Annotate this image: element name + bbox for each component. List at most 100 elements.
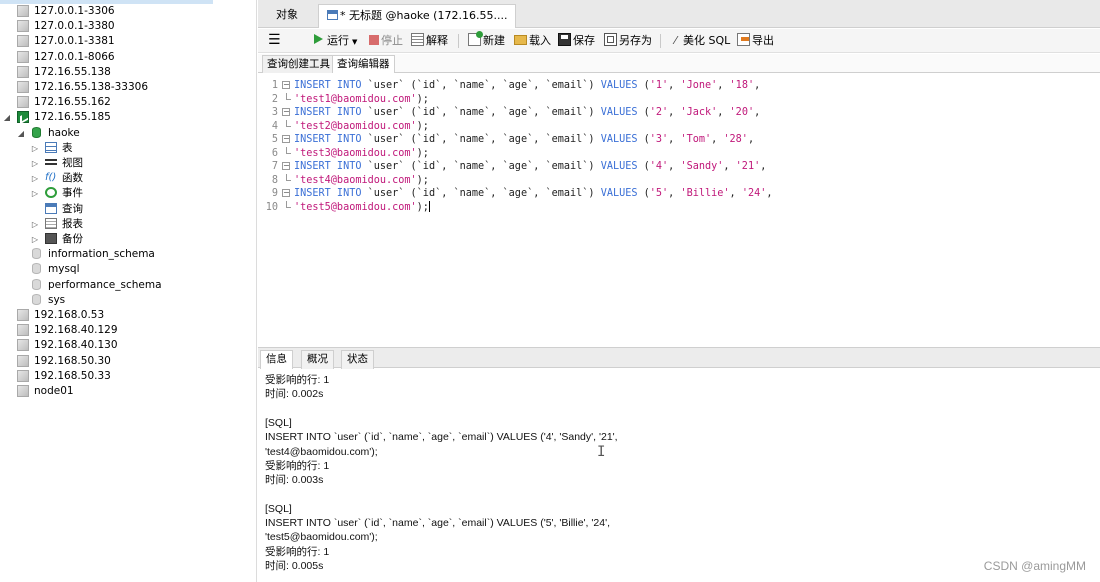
code-text: 'test4@baomidou.com'); xyxy=(294,174,429,187)
tree-item-label: node01 xyxy=(34,385,74,397)
code-text: 'test2@baomidou.com'); xyxy=(294,120,429,133)
line-number: 6 xyxy=(271,147,278,159)
tree-item[interactable]: ▷ 表 xyxy=(0,141,256,156)
fold-end-marker xyxy=(286,173,291,181)
run-button[interactable]: 运行 ▼ xyxy=(314,33,357,49)
sql-string: 'test4@baomidou.com' xyxy=(294,174,417,186)
line-number: 4 xyxy=(271,120,278,132)
tree-item[interactable]: 查询 xyxy=(0,202,256,217)
export-label: 导出 xyxy=(752,34,774,47)
collapsed-arrow-icon[interactable]: ▷ xyxy=(30,186,40,201)
explain-button[interactable]: 解释 xyxy=(411,33,448,49)
stop-button[interactable]: 停止 xyxy=(369,33,403,49)
sql-string: '5' xyxy=(649,188,669,199)
save-button[interactable]: 保存 xyxy=(558,33,595,49)
collapsed-arrow-icon[interactable]: ▷ xyxy=(30,232,40,247)
run-dropdown-icon[interactable]: ▼ xyxy=(352,38,357,46)
tree-item[interactable]: 127.0.0.1-3380 xyxy=(0,19,256,34)
sql-text: , xyxy=(668,161,681,172)
sql-text: , xyxy=(747,134,755,145)
connection-icon xyxy=(17,385,29,397)
sql-string: '4' xyxy=(649,161,669,172)
tree-item[interactable]: 127.0.0.1-3381 xyxy=(0,34,256,49)
connection-icon xyxy=(17,354,29,367)
output-line: 时间: 0.005s xyxy=(265,559,324,572)
connection-icon xyxy=(17,65,29,78)
tree-item[interactable]: 172.16.55.138-33306 xyxy=(0,80,256,95)
connection-icon xyxy=(17,50,29,63)
tree-item[interactable]: ▷ 视图 xyxy=(0,156,256,171)
tree-item[interactable]: information_schema xyxy=(0,247,256,262)
tree-item[interactable]: ◢ 172.16.55.185 xyxy=(0,110,256,125)
tree-item[interactable]: 172.16.55.162 xyxy=(0,95,256,110)
sql-text: , xyxy=(717,107,730,118)
fold-collapse-icon[interactable]: − xyxy=(282,162,290,170)
report-icon xyxy=(45,217,57,230)
code-line: 3− INSERT INTO `user` (`id`, `name`, `age… xyxy=(258,106,1100,119)
fold-collapse-icon[interactable]: − xyxy=(282,108,290,116)
sql-editor[interactable]: 1− INSERT INTO `user` (`id`, `name`, `age… xyxy=(258,74,1100,346)
collapsed-arrow-icon[interactable]: ▷ xyxy=(30,141,40,156)
sql-text: , xyxy=(668,107,681,118)
output-line: INSERT INTO `user` (`id`, `name`, `age`,… xyxy=(265,517,610,529)
tree-item[interactable]: sys xyxy=(0,293,256,308)
tree-item[interactable]: performance_schema xyxy=(0,278,256,293)
tree-item[interactable]: ▷ 事件 xyxy=(0,186,256,201)
new-query-button[interactable]: 新建 xyxy=(468,31,505,49)
fold-collapse-icon[interactable]: − xyxy=(282,189,290,197)
tree-item-label: 报表 xyxy=(62,217,83,230)
connection-icon xyxy=(17,369,29,382)
tab-profile[interactable]: 概况 xyxy=(301,350,334,369)
save-as-button[interactable]: 另存为 xyxy=(604,33,652,49)
database-icon xyxy=(31,126,43,139)
tree-item[interactable]: 192.168.40.130 xyxy=(0,338,256,353)
load-button[interactable]: 载入 xyxy=(514,33,551,49)
tree-item[interactable]: ▷ f() 函数 xyxy=(0,171,256,186)
tree-item-label: sys xyxy=(48,293,66,306)
tree-item[interactable]: 127.0.0.1-3306 xyxy=(0,4,256,19)
tab-query-editor[interactable]: 查询编辑器 xyxy=(332,55,395,73)
code-line: 9− INSERT INTO `user` (`id`, `name`, `age… xyxy=(258,187,1100,200)
tree-item[interactable]: 192.168.50.33 xyxy=(0,369,256,384)
tab-objects[interactable]: 对象 xyxy=(268,4,306,28)
collapsed-arrow-icon[interactable]: ▷ xyxy=(30,217,40,232)
export-button[interactable]: 导出 xyxy=(737,33,774,49)
output-line: 受影响的行: 1 xyxy=(265,374,330,386)
sql-string: 'Jone' xyxy=(680,80,718,91)
query-icon xyxy=(45,202,57,215)
tree-item[interactable]: 192.168.0.53 xyxy=(0,308,256,323)
load-label: 载入 xyxy=(529,34,551,47)
sql-text: ); xyxy=(416,93,429,105)
collapsed-arrow-icon[interactable]: ▷ xyxy=(30,156,40,171)
hamburger-menu-icon[interactable]: ☰ xyxy=(268,33,281,49)
tree-item[interactable]: ▷ 报表 xyxy=(0,217,256,232)
tree-item[interactable]: mysql xyxy=(0,262,256,277)
fold-collapse-icon[interactable]: − xyxy=(282,135,290,143)
fold-collapse-icon[interactable]: − xyxy=(282,81,290,89)
expanded-arrow-icon[interactable]: ◢ xyxy=(2,110,12,125)
tree-item[interactable]: node01 xyxy=(0,384,256,399)
line-number: 5 xyxy=(271,134,278,145)
fold-end-marker xyxy=(286,92,291,100)
tab-status[interactable]: 状态 xyxy=(341,350,374,369)
collapsed-arrow-icon[interactable]: ▷ xyxy=(30,171,40,186)
beautify-sql-button[interactable]: ⁄ 美化 SQL xyxy=(670,33,731,49)
expanded-arrow-icon[interactable]: ◢ xyxy=(16,126,26,141)
tree-item[interactable]: 172.16.55.138 xyxy=(0,65,256,80)
connection-icon xyxy=(17,35,29,48)
export-icon xyxy=(737,33,750,46)
sql-text: , xyxy=(668,134,681,145)
tab-info[interactable]: 信息 xyxy=(260,350,293,369)
sql-keyword: INSERT INTO xyxy=(294,188,368,199)
tree-item[interactable]: 192.168.40.129 xyxy=(0,323,256,338)
tree-item[interactable]: 192.168.50.30 xyxy=(0,354,256,369)
tree-item[interactable]: ▷ 备份 xyxy=(0,232,256,247)
tab-untitled-query[interactable]: * 无标题 @haoke (172.16.55.... xyxy=(318,4,517,28)
tab-query-builder[interactable]: 查询创建工具 xyxy=(262,55,335,73)
tab-query-editor-label: 查询编辑器 xyxy=(337,58,390,70)
tree-item-label: 192.168.50.30 xyxy=(34,354,111,367)
tree-item[interactable]: 127.0.0.1-8066 xyxy=(0,50,256,65)
tree-item[interactable]: ◢ haoke xyxy=(0,126,256,141)
tree-item-label: 127.0.0.1-3380 xyxy=(34,20,115,33)
line-number: 8 xyxy=(271,174,278,186)
